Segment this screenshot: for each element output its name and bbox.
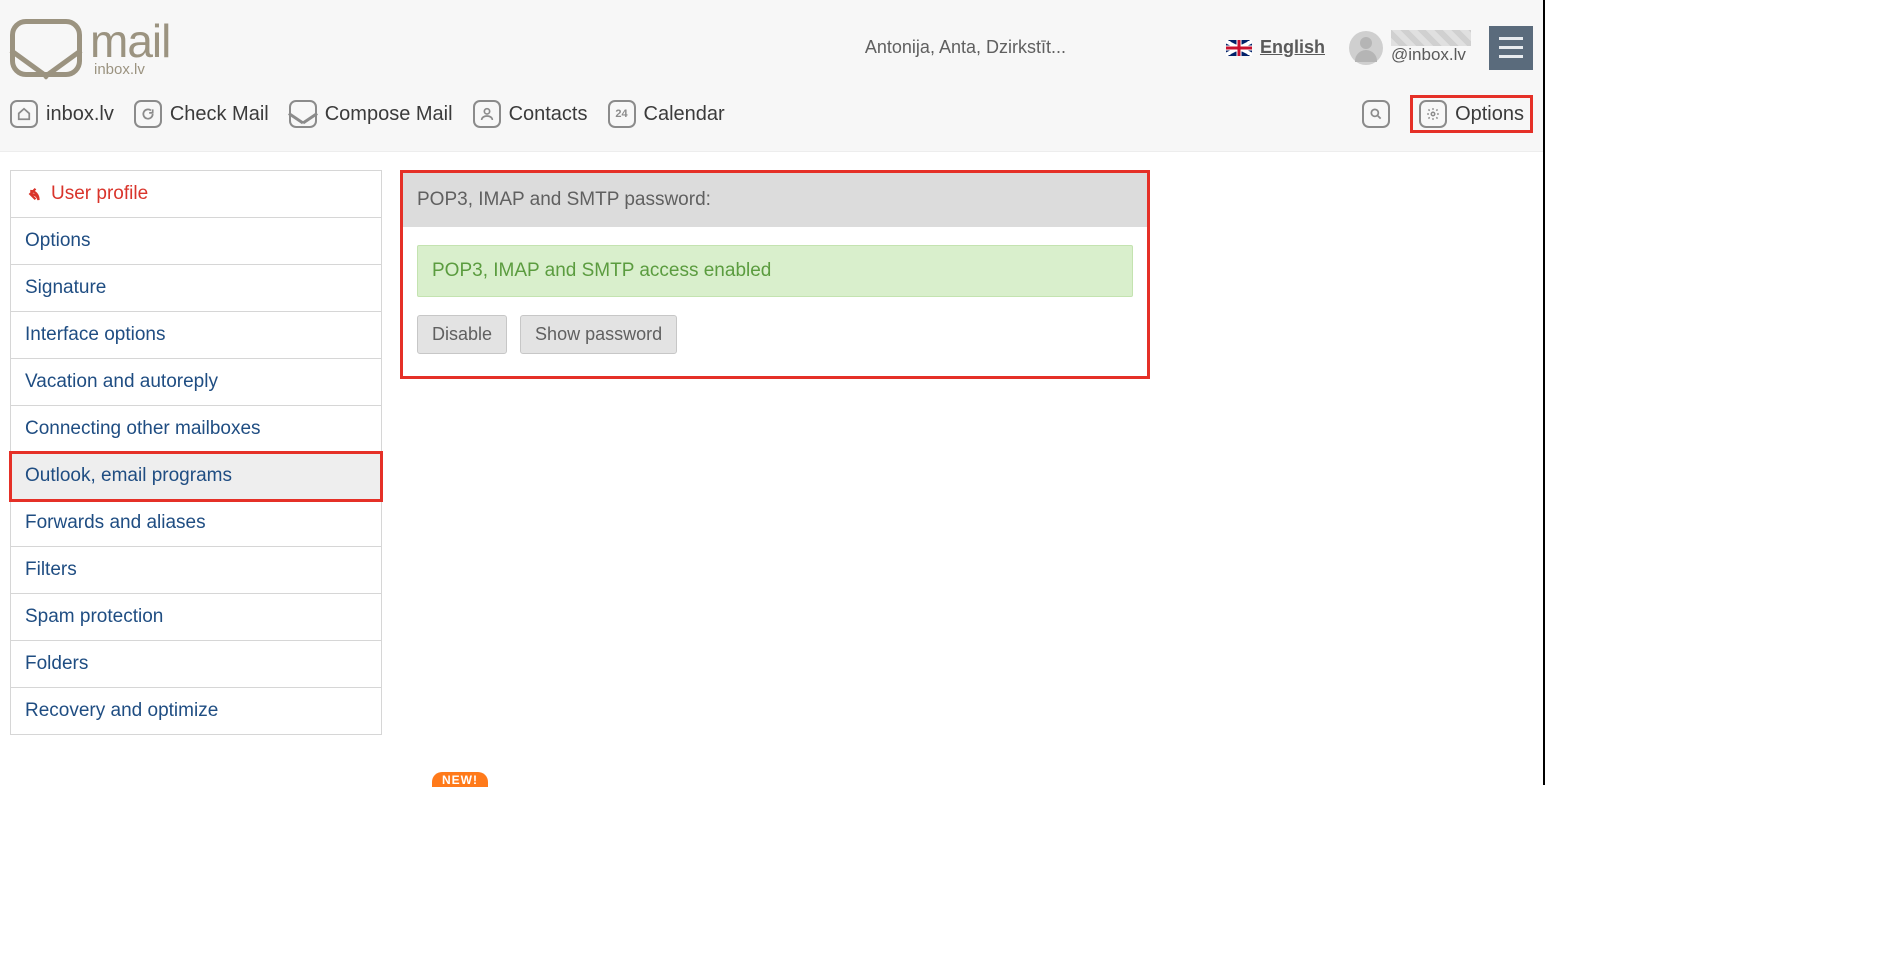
- nav-contacts[interactable]: Contacts: [473, 100, 588, 128]
- nav-check-label: Check Mail: [170, 103, 269, 126]
- nav-calendar-label: Calendar: [644, 103, 725, 126]
- refresh-icon: [134, 100, 162, 128]
- user-name-redacted: [1391, 30, 1471, 46]
- brand-sub: inbox.lv: [94, 62, 170, 77]
- envelope-icon: [10, 19, 82, 77]
- disable-button[interactable]: Disable: [417, 315, 507, 354]
- sidebar-item-signature[interactable]: Signature: [11, 265, 381, 312]
- top-bar: mail inbox.lv Antonija, Anta, Dzirkstīt.…: [0, 0, 1543, 95]
- user-account[interactable]: @inbox.lv: [1349, 30, 1471, 65]
- panel-title: POP3, IMAP and SMTP password:: [403, 173, 1147, 227]
- sidebar-item-filters[interactable]: Filters: [11, 547, 381, 594]
- brand-name: mail: [90, 18, 170, 64]
- nav-home-label: inbox.lv: [46, 103, 114, 126]
- nav-check-mail[interactable]: Check Mail: [134, 100, 269, 128]
- nav-home[interactable]: inbox.lv: [10, 100, 114, 128]
- show-password-button[interactable]: Show password: [520, 315, 677, 354]
- sidebar-item-options[interactable]: Options: [11, 218, 381, 265]
- panel-body: POP3, IMAP and SMTP access enabled Disab…: [403, 227, 1147, 376]
- language-switcher[interactable]: English: [1226, 37, 1325, 58]
- content-body: User profile Options Signature Interface…: [0, 152, 1543, 735]
- contacts-icon: [473, 100, 501, 128]
- compose-icon: [289, 100, 317, 128]
- sidebar-item-connecting[interactable]: Connecting other mailboxes: [11, 406, 381, 453]
- options-sidebar: User profile Options Signature Interface…: [10, 170, 382, 735]
- nav-options[interactable]: Options: [1419, 100, 1524, 128]
- main-nav: inbox.lv Check Mail Compose Mail Contact…: [0, 95, 1543, 152]
- gear-icon: [1419, 100, 1447, 128]
- nav-calendar[interactable]: 24 Calendar: [608, 100, 725, 128]
- sidebar-back-user-profile[interactable]: User profile: [11, 171, 381, 218]
- sidebar-item-outlook[interactable]: Outlook, email programs: [11, 453, 381, 500]
- status-success: POP3, IMAP and SMTP access enabled: [417, 245, 1133, 297]
- home-icon: [10, 100, 38, 128]
- search-icon: [1362, 100, 1390, 128]
- logo-text: mail inbox.lv: [90, 18, 170, 77]
- avatar-icon: [1349, 31, 1383, 65]
- language-label: English: [1260, 37, 1325, 58]
- now-playing[interactable]: Antonija, Anta, Dzirkstīt...: [865, 37, 1066, 58]
- sidebar-item-recovery[interactable]: Recovery and optimize: [11, 688, 381, 734]
- sidebar-item-spam[interactable]: Spam protection: [11, 594, 381, 641]
- nav-options-label: Options: [1455, 103, 1524, 126]
- nav-compose[interactable]: Compose Mail: [289, 100, 453, 128]
- sidebar-item-forwards[interactable]: Forwards and aliases: [11, 500, 381, 547]
- nav-search[interactable]: [1362, 100, 1390, 128]
- uk-flag-icon: [1226, 40, 1252, 56]
- calendar-icon: 24: [608, 100, 636, 128]
- sidebar-item-folders[interactable]: Folders: [11, 641, 381, 688]
- new-badge: NEW!: [432, 772, 488, 787]
- logo[interactable]: mail inbox.lv: [10, 18, 170, 77]
- user-domain: @inbox.lv: [1391, 46, 1471, 65]
- nav-options-highlighted: Options: [1410, 95, 1533, 133]
- back-arrow-icon: [25, 185, 43, 203]
- sidebar-item-vacation[interactable]: Vacation and autoreply: [11, 359, 381, 406]
- nav-contacts-label: Contacts: [509, 103, 588, 126]
- menu-button[interactable]: [1489, 26, 1533, 70]
- pop3-panel-highlighted: POP3, IMAP and SMTP password: POP3, IMAP…: [400, 170, 1150, 379]
- sidebar-profile-label: User profile: [51, 183, 148, 205]
- nav-compose-label: Compose Mail: [325, 103, 453, 126]
- main-column: POP3, IMAP and SMTP password: POP3, IMAP…: [400, 170, 1150, 379]
- sidebar-item-interface[interactable]: Interface options: [11, 312, 381, 359]
